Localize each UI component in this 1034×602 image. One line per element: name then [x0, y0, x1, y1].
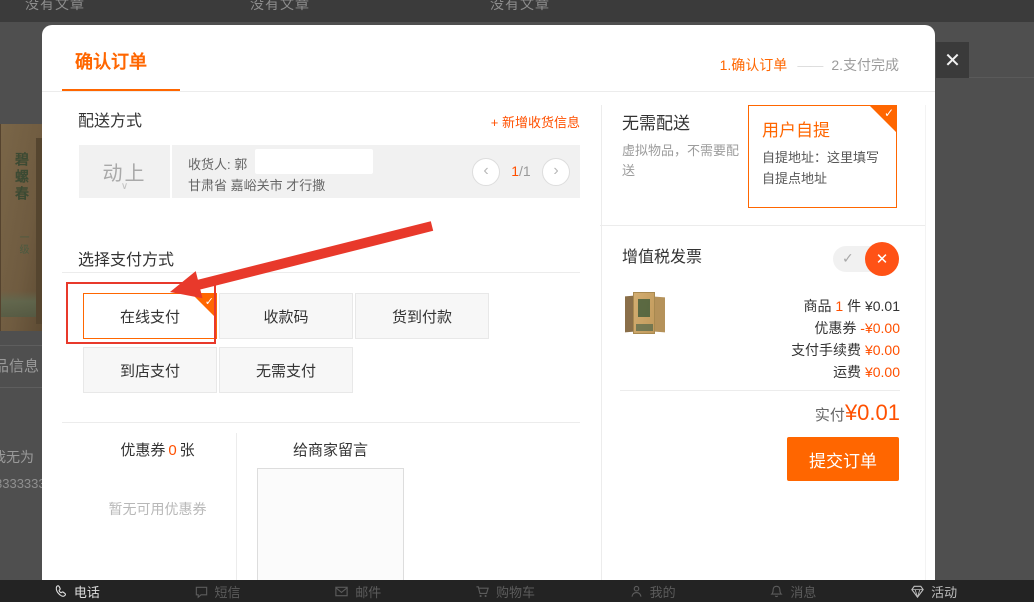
cart-icon — [475, 584, 490, 599]
total-label: 实付 — [815, 404, 845, 425]
coupon-count: 0 — [168, 442, 176, 459]
address-next-button[interactable]: › — [542, 158, 570, 186]
toggle-off-icon: ✕ — [865, 242, 899, 276]
submit-order-button[interactable]: 提交订单 — [787, 437, 899, 481]
address-card[interactable]: 动上 ∨ 收货人: 郭 手机: 甘肃省 嘉峪关市 才行撒 ‹ 1/1 › — [79, 145, 580, 198]
column-divider — [236, 433, 237, 602]
background-divider — [0, 345, 42, 346]
page-total: /1 — [519, 163, 531, 179]
toolbar-item-phone[interactable]: 电话 — [53, 582, 100, 601]
header-divider — [42, 91, 935, 92]
toolbar-item-cart[interactable]: 购物车 — [475, 582, 535, 601]
toolbar-item-sms[interactable]: 短信 — [194, 582, 241, 601]
background-divider — [0, 387, 42, 388]
total-row: 实付 ¥0.01 — [815, 400, 900, 426]
activity-icon — [910, 584, 925, 599]
annotation-box — [66, 282, 216, 344]
receiver-label: 收货人: 郭 — [188, 157, 247, 172]
section-divider — [62, 422, 580, 423]
background-topbar: 没有文章 没有文章 没有文章 — [0, 0, 1034, 22]
goods-count: 1 — [835, 298, 843, 314]
product-thumbnail — [625, 291, 667, 335]
page-current: 1 — [511, 163, 519, 179]
modal-title: 确认订单 — [75, 48, 147, 74]
toolbar-item-mail[interactable]: 邮件 — [334, 582, 381, 601]
pickup-title: 用户自提 — [762, 116, 830, 141]
chat-icon — [194, 584, 209, 599]
bell-icon — [769, 584, 784, 599]
delivery-method-heading: 配送方式 — [78, 107, 142, 131]
checkout-steps: 1.确认订单 —— 2.支付完成 — [720, 55, 899, 75]
address-pagination: 1/1 — [500, 163, 542, 179]
invoice-toggle[interactable]: ✓ ✕ — [833, 246, 893, 272]
user-icon — [629, 584, 644, 599]
section-divider — [62, 272, 580, 273]
selected-check-icon: ✓ — [869, 105, 897, 133]
check-icon: ✓ — [842, 250, 854, 267]
payment-none-button[interactable]: 无需支付 — [219, 347, 353, 393]
summary-goods-line: 商品 1 件 ¥0.01 — [803, 296, 900, 316]
background-text-note: 我无为 — [0, 447, 34, 467]
payment-method-heading: 选择支付方式 — [78, 246, 174, 270]
step-confirm-order: 1.确认订单 — [720, 55, 788, 75]
section-divider — [600, 225, 925, 226]
toolbar-item-mine[interactable]: 我的 — [629, 582, 676, 601]
checkout-page: 没有文章 没有文章 没有文章 碧螺春 一级 品信息 我无为 33333333 确… — [0, 0, 1034, 602]
address-tab[interactable]: 动上 ∨ — [79, 145, 172, 198]
mail-icon — [334, 584, 349, 599]
coupon-empty-text: 暂无可用优惠券 — [79, 499, 236, 519]
background-text-info: 品信息 — [0, 355, 39, 376]
address-prev-button[interactable]: ‹ — [472, 158, 500, 186]
toolbar-item-messages[interactable]: 消息 — [769, 582, 816, 601]
payment-cod-button[interactable]: 货到付款 — [355, 293, 489, 339]
option-no-delivery-desc: 虚拟物品，不需要配送 — [622, 141, 747, 181]
merchant-note-heading: 给商家留言 — [257, 439, 404, 460]
pickup-desc: 自提地址：这里填写自提点地址 — [762, 148, 882, 190]
summary-shipping-line: 运费 ¥0.00 — [833, 362, 900, 382]
option-self-pickup[interactable]: 用户自提 自提地址：这里填写自提点地址 ✓ — [748, 105, 897, 208]
toolbar-item-activity[interactable]: 活动 — [910, 582, 957, 601]
package-grade: 一级 — [15, 232, 30, 256]
summary-divider — [620, 390, 900, 391]
phone-icon — [53, 584, 68, 599]
package-title: 碧螺春 — [12, 152, 32, 203]
topbar-text: 没有文章 — [250, 0, 310, 14]
payment-qrcode-button[interactable]: 收款码 — [219, 293, 353, 339]
total-value: ¥0.01 — [845, 400, 900, 426]
coupon-heading: 优惠券0张 — [79, 439, 236, 460]
bottom-toolbar: 电话 短信 邮件 购物车 我的 消息 活动 — [0, 580, 1034, 602]
step-connector: —— — [797, 57, 821, 73]
panel-right-border — [925, 105, 926, 602]
topbar-text: 没有文章 — [25, 0, 85, 14]
payment-instore-button[interactable]: 到店支付 — [83, 347, 217, 393]
phone-redaction — [255, 149, 373, 174]
step-payment-complete: 2.支付完成 — [831, 55, 899, 75]
option-no-delivery[interactable]: 无需配送 — [622, 109, 690, 134]
vat-invoice-heading: 增值税发票 — [622, 243, 702, 267]
close-icon[interactable]: ✕ — [936, 42, 969, 78]
address-line-2: 甘肃省 嘉峪关市 才行撒 — [188, 175, 325, 194]
summary-coupon-line: 优惠券 -¥0.00 — [814, 318, 900, 338]
add-address-link[interactable]: + 新增收货信息 — [491, 112, 580, 131]
topbar-text: 没有文章 — [490, 0, 550, 14]
background-divider — [969, 77, 1034, 78]
panel-divider — [601, 105, 602, 602]
chevron-down-icon: ∨ — [79, 181, 170, 192]
summary-fee-line: 支付手续费 ¥0.00 — [791, 340, 900, 360]
